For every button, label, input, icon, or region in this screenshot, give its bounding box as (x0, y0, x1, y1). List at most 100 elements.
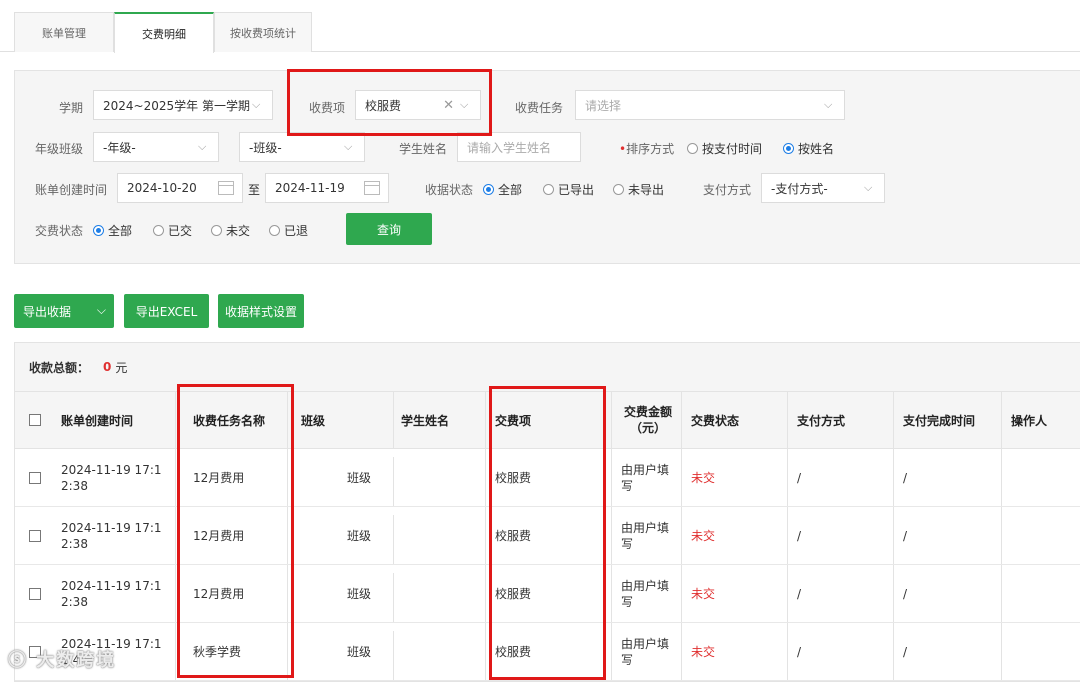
sort-label: •排序方式 (619, 142, 675, 156)
export-receipt-button[interactable]: 导出收据 ⌵ (14, 294, 114, 328)
col-operator[interactable]: 操作人 (1011, 392, 1047, 448)
cell-amount: 由用户填写 (621, 462, 670, 493)
date-to-value: 2024-11-19 (275, 181, 345, 195)
cell-class: 班级 (347, 645, 372, 659)
cell-class: 班级 (347, 587, 372, 601)
calendar-icon (364, 181, 380, 195)
grade-label: 年级班级 (35, 142, 84, 156)
grade-select[interactable]: -年级- ⌵ (93, 132, 219, 162)
cell-paid-time: / (903, 470, 908, 485)
radio-checked-icon (783, 143, 794, 154)
task-placeholder: 请选择 (585, 98, 622, 113)
tab-bill-management[interactable]: 账单管理 (14, 12, 114, 52)
date-label: 账单创建时间 (35, 183, 108, 197)
radio-icon (687, 143, 698, 154)
cell-paid-time: / (903, 586, 908, 601)
cell-pay-method: / (797, 470, 802, 485)
filter-panel: 学期 2024~2025学年 第一学期 ⌵ 收费项 校服费 ✕ ⌵ 收费任务 请… (14, 70, 1080, 264)
cell-pay-method: / (797, 644, 802, 659)
date-to-input[interactable]: 2024-11-19 (265, 173, 389, 203)
radio-icon (269, 225, 280, 236)
export-excel-button[interactable]: 导出EXCEL (124, 294, 209, 328)
highlight-box-fee-item-column (489, 386, 606, 680)
row-checkbox[interactable] (29, 449, 41, 506)
cell-pay-status: 未交 (691, 529, 716, 543)
class-select[interactable]: -班级- ⌵ (239, 132, 365, 162)
receipt-exported-radio[interactable]: 已导出 (543, 181, 594, 198)
class-value: -班级- (249, 140, 282, 155)
term-value: 2024~2025学年 第一学期 (103, 98, 250, 113)
cell-created-time: 2024-11-19 17:12:38 (61, 578, 162, 609)
date-from-input[interactable]: 2024-10-20 (117, 173, 243, 203)
student-label: 学生姓名 (399, 142, 448, 156)
date-to-sep: 至 (248, 183, 261, 197)
receipt-label: 收据状态 (425, 183, 474, 197)
cell-pay-method: / (797, 586, 802, 601)
paymethod-value: -支付方式- (771, 181, 828, 196)
col-amount[interactable]: 交费金额（元） (619, 392, 677, 448)
receipt-not-exported-radio[interactable]: 未导出 (613, 181, 664, 198)
col-created-time[interactable]: 账单创建时间 (61, 392, 133, 448)
summary-label: 收款总额： (29, 360, 90, 375)
grade-value: -年级- (103, 140, 136, 155)
highlight-box-task-column (177, 384, 294, 678)
cell-paid-time: / (903, 644, 908, 659)
tab-stats-by-item[interactable]: 按收费项统计 (214, 12, 312, 52)
watermark: ⓢ 大数跨境 (8, 650, 117, 671)
checkbox-icon (29, 414, 41, 426)
task-select[interactable]: 请选择 ⌵ (575, 90, 845, 120)
receipt-style-button[interactable]: 收据样式设置 (218, 294, 304, 328)
cell-amount: 由用户填写 (621, 636, 670, 667)
summary-unit: 元 (115, 360, 128, 375)
cell-amount: 由用户填写 (621, 578, 670, 609)
cell-class: 班级 (347, 471, 372, 485)
col-pay-status[interactable]: 交费状态 (691, 392, 739, 448)
tab-payment-details[interactable]: 交费明细 (114, 12, 214, 53)
sort-by-paytime-radio[interactable]: 按支付时间 (687, 140, 762, 157)
cell-paid-time: / (903, 528, 908, 543)
student-input[interactable]: 请输入学生姓名 (457, 132, 581, 162)
paystatus-label: 交费状态 (35, 224, 84, 238)
chevron-down-icon[interactable]: ⌵ (97, 303, 106, 318)
student-placeholder: 请输入学生姓名 (467, 140, 552, 155)
cell-pay-status: 未交 (691, 471, 716, 485)
term-select[interactable]: 2024~2025学年 第一学期 ⌵ (93, 90, 273, 120)
summary-amount: 0 (103, 360, 112, 374)
receipt-all-radio[interactable]: 全部 (483, 181, 522, 198)
paystatus-all-radio[interactable]: 全部 (93, 222, 132, 239)
summary-bar: 收款总额： 0 元 (15, 343, 1080, 391)
chevron-down-icon: ⌵ (824, 98, 833, 111)
cell-created-time: 2024-11-19 17:12:38 (61, 520, 162, 551)
paymethod-label: 支付方式 (703, 183, 752, 197)
col-pay-method[interactable]: 支付方式 (797, 392, 845, 448)
col-student-name[interactable]: 学生姓名 (401, 392, 449, 448)
cell-pay-status: 未交 (691, 587, 716, 601)
paystatus-unpaid-radio[interactable]: 未交 (211, 222, 250, 239)
date-from-value: 2024-10-20 (127, 181, 197, 195)
paymethod-select[interactable]: -支付方式- ⌵ (761, 173, 885, 203)
sort-by-name-radio[interactable]: 按姓名 (783, 140, 834, 157)
checkbox-icon (29, 529, 41, 542)
radio-icon (543, 184, 554, 195)
highlight-box-fee-item-filter (287, 69, 492, 136)
cell-amount: 由用户填写 (621, 520, 670, 551)
tab-bar: 账单管理 交费明细 按收费项统计 (0, 0, 1080, 53)
radio-icon (153, 225, 164, 236)
cell-pay-status: 未交 (691, 645, 716, 659)
row-checkbox[interactable] (29, 565, 41, 622)
chevron-down-icon: ⌵ (198, 140, 207, 153)
cell-pay-method: / (797, 528, 802, 543)
checkbox-icon (29, 587, 41, 600)
radio-icon (613, 184, 624, 195)
select-all-checkbox[interactable] (29, 392, 41, 448)
paystatus-paid-radio[interactable]: 已交 (153, 222, 192, 239)
col-class[interactable]: 班级 (301, 392, 325, 448)
query-button[interactable]: 查询 (346, 213, 432, 245)
paystatus-refunded-radio[interactable]: 已退 (269, 222, 308, 239)
col-paid-time[interactable]: 支付完成时间 (903, 392, 975, 448)
chevron-down-icon: ⌵ (252, 98, 261, 111)
checkbox-icon (29, 471, 41, 484)
row-checkbox[interactable] (29, 507, 41, 564)
term-label: 学期 (59, 101, 84, 115)
chevron-down-icon: ⌵ (344, 140, 353, 153)
